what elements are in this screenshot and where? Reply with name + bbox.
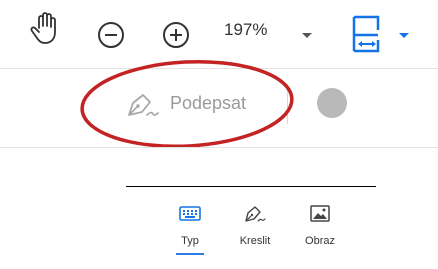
zoom-in-icon[interactable]	[161, 20, 191, 50]
tab-label: Obraz	[305, 235, 335, 247]
image-icon	[310, 205, 330, 222]
chevron-down-icon[interactable]	[301, 32, 313, 40]
fit-page-icon[interactable]	[348, 14, 388, 54]
tab-draw[interactable]: Kreslit	[225, 195, 285, 257]
keyboard-icon	[179, 206, 201, 221]
signature-mode-tabs: Typ Kreslit Obraz	[160, 195, 370, 260]
signature-line	[126, 186, 376, 187]
chevron-down-icon[interactable]	[398, 32, 410, 40]
signbar-divider	[0, 147, 438, 148]
tab-label: Typ	[181, 235, 199, 247]
color-swatch[interactable]	[317, 88, 347, 118]
sign-label[interactable]: Podepsat	[170, 93, 246, 114]
pen-nib-icon	[245, 206, 266, 222]
toolbar: 197%	[0, 0, 438, 68]
pen-nib-icon	[128, 94, 159, 116]
zoom-out-icon[interactable]	[96, 20, 126, 50]
active-tab-indicator	[176, 253, 204, 255]
sign-separator	[287, 84, 288, 124]
hand-icon[interactable]	[30, 12, 62, 46]
tab-label: Kreslit	[239, 235, 271, 247]
tab-type[interactable]: Typ	[160, 195, 220, 257]
zoom-value[interactable]: 197%	[224, 20, 284, 40]
tab-image[interactable]: Obraz	[290, 195, 350, 257]
